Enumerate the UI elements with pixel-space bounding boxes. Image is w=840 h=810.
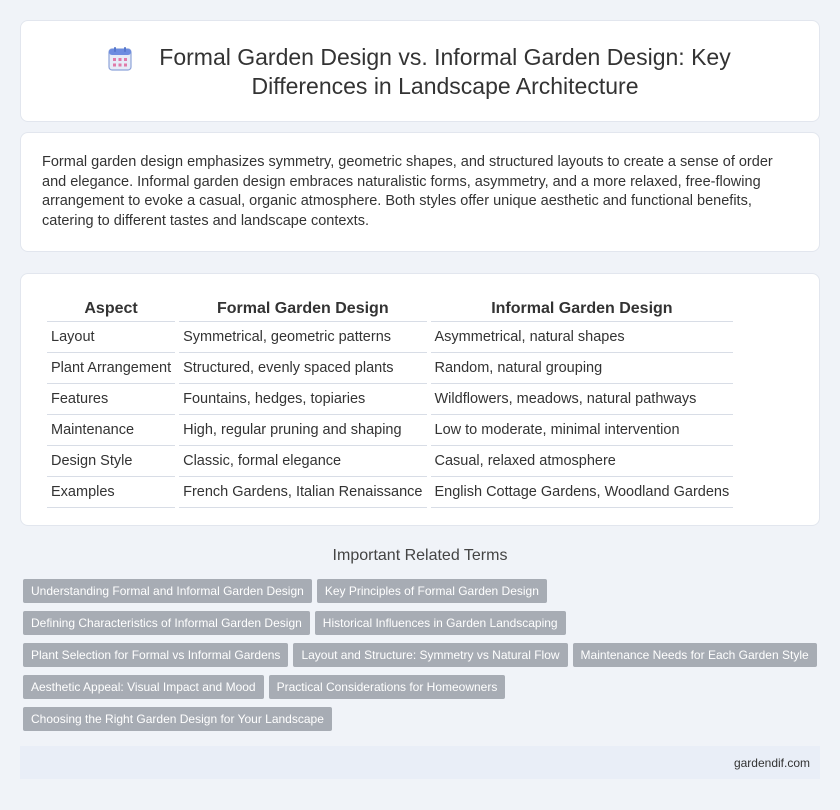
- table-cell: Features: [47, 384, 176, 415]
- table-row: Design Style Classic, formal elegance Ca…: [47, 446, 734, 477]
- table-row: Features Fountains, hedges, topiaries Wi…: [47, 384, 734, 415]
- table-cell: English Cottage Gardens, Woodland Garden…: [430, 477, 734, 508]
- footer-site-link[interactable]: gardendif.com: [734, 756, 810, 770]
- table-cell: Maintenance: [47, 415, 176, 446]
- related-term-tag[interactable]: Historical Influences in Garden Landscap…: [314, 611, 566, 635]
- table-cell: Layout: [47, 322, 176, 353]
- table-cell: Asymmetrical, natural shapes: [430, 322, 734, 353]
- footer: gardendif.com: [20, 746, 820, 779]
- table-row: Examples French Gardens, Italian Renaiss…: [47, 477, 734, 508]
- related-term-tag[interactable]: Defining Characteristics of Informal Gar…: [23, 611, 310, 635]
- tag-row: Plant Selection for Formal vs Informal G…: [23, 643, 823, 675]
- table-cell: Plant Arrangement: [47, 353, 176, 384]
- header-informal: Informal Garden Design: [430, 296, 734, 322]
- related-term-tag[interactable]: Aesthetic Appeal: Visual Impact and Mood: [23, 675, 264, 699]
- related-terms-list: Understanding Formal and Informal Garden…: [23, 579, 823, 739]
- related-term-tag[interactable]: Maintenance Needs for Each Garden Style: [572, 643, 817, 667]
- table-cell: Symmetrical, geometric patterns: [179, 322, 427, 353]
- table-cell: Fountains, hedges, topiaries: [179, 384, 427, 415]
- title-card: Formal Garden Design vs. Informal Garden…: [20, 20, 820, 122]
- table-cell: Classic, formal elegance: [179, 446, 427, 477]
- table-row: Layout Symmetrical, geometric patterns A…: [47, 322, 734, 353]
- table-row: Plant Arrangement Structured, evenly spa…: [47, 353, 734, 384]
- tag-row: Defining Characteristics of Informal Gar…: [23, 611, 823, 643]
- tag-row: Understanding Formal and Informal Garden…: [23, 579, 823, 611]
- tag-row: Aesthetic Appeal: Visual Impact and Mood…: [23, 675, 823, 707]
- related-term-tag[interactable]: Choosing the Right Garden Design for You…: [23, 707, 332, 731]
- header-formal: Formal Garden Design: [179, 296, 427, 322]
- table-cell: Wildflowers, meadows, natural pathways: [430, 384, 734, 415]
- page-title: Formal Garden Design vs. Informal Garden…: [159, 44, 731, 99]
- table-row: Maintenance High, regular pruning and sh…: [47, 415, 734, 446]
- related-term-tag[interactable]: Layout and Structure: Symmetry vs Natura…: [293, 643, 568, 667]
- header-aspect: Aspect: [47, 296, 176, 322]
- intro-card: Formal garden design emphasizes symmetry…: [20, 132, 820, 252]
- table-cell: Design Style: [47, 446, 176, 477]
- table-cell: Casual, relaxed atmosphere: [430, 446, 734, 477]
- table-cell: Examples: [47, 477, 176, 508]
- table-cell: Structured, evenly spaced plants: [179, 353, 427, 384]
- related-term-tag[interactable]: Key Principles of Formal Garden Design: [316, 579, 547, 603]
- table-cell: Low to moderate, minimal intervention: [430, 415, 734, 446]
- table-header-row: Aspect Formal Garden Design Informal Gar…: [47, 296, 734, 322]
- comparison-card: Aspect Formal Garden Design Informal Gar…: [20, 273, 820, 526]
- tag-row: Choosing the Right Garden Design for You…: [23, 707, 823, 739]
- related-terms-heading: Important Related Terms: [332, 547, 508, 564]
- related-term-tag[interactable]: Understanding Formal and Informal Garden…: [23, 579, 312, 603]
- related-term-tag[interactable]: Plant Selection for Formal vs Informal G…: [23, 643, 289, 667]
- intro-paragraph: Formal garden design emphasizes symmetry…: [42, 154, 773, 229]
- related-term-tag[interactable]: Practical Considerations for Homeowners: [268, 675, 506, 699]
- table-cell: French Gardens, Italian Renaissance: [179, 477, 427, 508]
- comparison-table: Aspect Formal Garden Design Informal Gar…: [43, 296, 737, 508]
- table-cell: High, regular pruning and shaping: [179, 415, 427, 446]
- table-cell: Random, natural grouping: [430, 353, 734, 384]
